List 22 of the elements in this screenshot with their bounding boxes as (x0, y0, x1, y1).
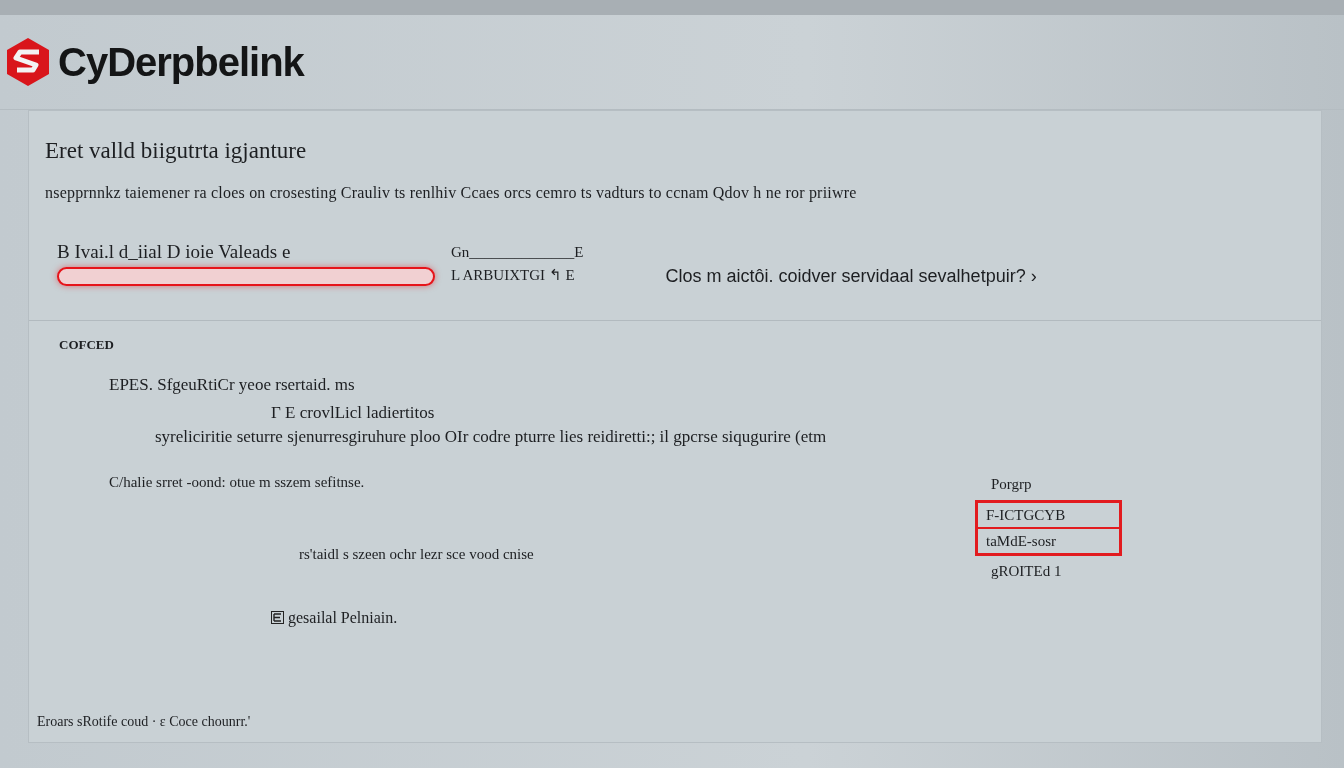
input-field[interactable] (57, 266, 435, 286)
field-hint: Gn______________E (451, 242, 584, 262)
page-heading: Eret valld biigutrta igjanture (45, 137, 308, 165)
note-text: rs'taidl s szeen ochr lezr sce vood cnise (299, 546, 534, 562)
footer-text: Eroars sRotife coud · ε Coce chounrr.' (37, 713, 252, 731)
question-text: Clos m aictôi. coidver servidaal sevalhetpuir? › (665, 264, 1037, 288)
list-option[interactable]: taMdE-sosr (978, 528, 1119, 553)
body-text: EPES. SfgeuRtiCr yeoe rsertaid. ms (109, 374, 355, 394)
field-label: B Ivai.l d_iial D ioie Valeads e (57, 240, 292, 263)
note-text: C/halie srret -oond: otue m sszem sefitnse. (109, 473, 365, 490)
brand-name: CyDerpbelink (58, 39, 304, 86)
section-title: COFCED (59, 336, 115, 354)
picker-label: Porgrp (990, 475, 1033, 494)
status-text: gROITEd 1 (990, 561, 1063, 581)
list-option[interactable]: F-ICTGCYB (978, 502, 1119, 529)
description-text: nsepprnnkz taiemener ra cloes on crosesting Crauliv ts renlhiv Ccaes orcs cemro ts vadturs to ccnam Qdov h ne ror priiwre (45, 182, 858, 204)
body-text: syreliciritie seturre sjenurresgiruhure ploo OIr codre pturre lies reidiretti:; il gpcrse siqugurire (etm (155, 426, 827, 446)
field-hint: L ARBUIXTGI ↰ E (451, 265, 576, 285)
checkbox-label: gesailal Pelniain. (288, 607, 398, 629)
body-text: Г E crovlLicl ladiertitos (271, 402, 435, 422)
logo-icon (6, 37, 50, 87)
checkbox[interactable] (271, 611, 284, 624)
